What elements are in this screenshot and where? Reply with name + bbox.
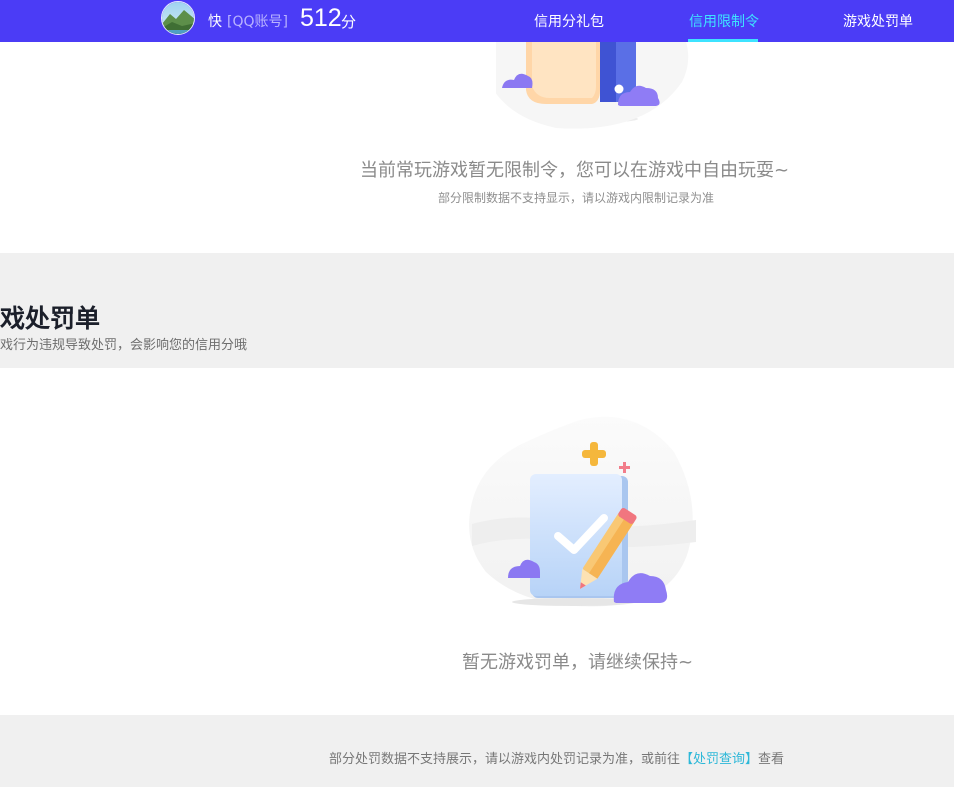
penalty-query-link[interactable]: 【处罚查询】 <box>680 752 758 767</box>
empty-penalty-illustration <box>469 416 696 607</box>
penalty-empty-title: 暂无游戏罚单，请继续保持~ <box>462 652 694 673</box>
avatar[interactable] <box>161 1 195 35</box>
user-name: 快 <box>208 14 222 30</box>
penalty-section-title: 戏处罚单 <box>0 304 101 333</box>
empty-restriction-illustration <box>496 42 689 129</box>
nav-tab-credit-restriction[interactable]: 信用限制令 <box>689 11 759 31</box>
account-type-label: [QQ账号] <box>227 14 288 30</box>
credit-score: 512 <box>300 4 342 32</box>
restriction-empty-title: 当前常玩游戏暂无限制令，您可以在游戏中自由玩耍~ <box>360 160 790 181</box>
footer-note-suffix: 查看 <box>758 752 785 767</box>
restriction-section: 当前常玩游戏暂无限制令，您可以在游戏中自由玩耍~ 部分限制数据不支持显示，请以游… <box>0 42 954 253</box>
top-nav-bar: 快 [QQ账号] 512 分 信用分礼包 信用限制令 游戏处罚单 <box>0 0 954 42</box>
restriction-note: 部分限制数据不支持显示，请以游戏内限制记录为准 <box>438 191 715 205</box>
nav-tab-credit-gift[interactable]: 信用分礼包 <box>534 11 604 31</box>
penalty-footer-note: 部分处罚数据不支持展示，请以游戏内处罚记录为准，或前往【处罚查询】查看 <box>329 748 784 767</box>
credit-score-unit: 分 <box>341 13 357 31</box>
footer-note-prefix: 部分处罚数据不支持展示，请以游戏内处罚记录为准，或前往 <box>329 752 681 767</box>
nav-tab-game-penalty[interactable]: 游戏处罚单 <box>843 11 913 31</box>
penalty-section-subtitle: 戏行为违规导致处罚，会影响您的信用分哦 <box>0 338 248 353</box>
